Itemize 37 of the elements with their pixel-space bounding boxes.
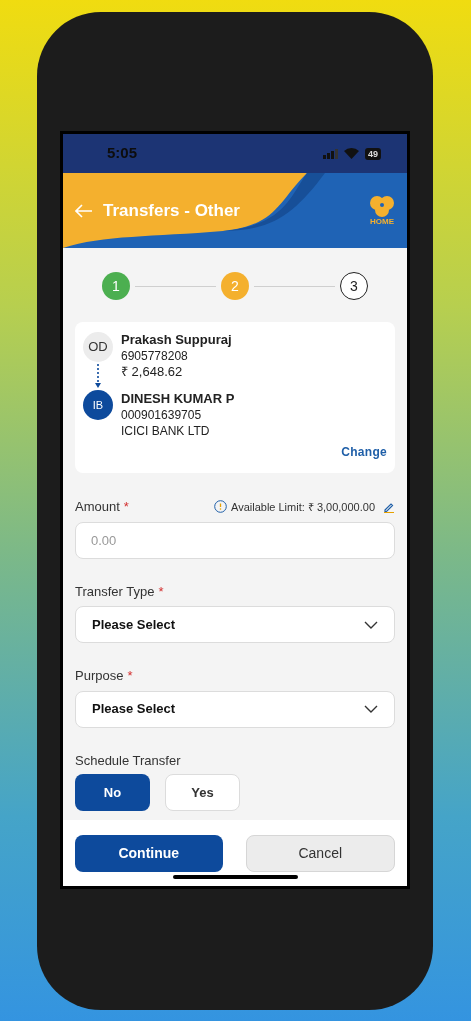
change-link[interactable]: Change — [341, 443, 387, 461]
field-label: Schedule Transfer — [75, 751, 182, 770]
payee-name: DINESH KUMAR P — [121, 391, 235, 407]
required-mark: * — [158, 582, 164, 601]
chevron-down-icon — [364, 620, 378, 629]
cancel-button[interactable]: Cancel — [245, 835, 395, 872]
field-label: Purpose — [75, 667, 124, 685]
step-indicator: 1 — [102, 272, 130, 300]
account-badge: OD — [83, 332, 113, 362]
select-field[interactable]: Please Select — [75, 690, 395, 728]
sender-account: 6905778208 — [121, 348, 189, 364]
battery-icon: 49 — [365, 147, 381, 160]
sender-name: Prakash Suppuraj — [121, 332, 233, 348]
available-limit: Available Limit: ₹ 3,00,000.00 — [231, 499, 375, 515]
info-icon — [214, 500, 227, 514]
dotted-arrow-icon — [94, 362, 102, 390]
step-indicator: 2 — [221, 272, 249, 300]
continue-button[interactable]: Continue — [75, 835, 223, 872]
signal-icon — [323, 148, 338, 159]
payee-bank: ICICI BANK LTD — [121, 423, 211, 439]
page-title: Transfers - Other — [103, 199, 240, 222]
amount-field[interactable]: 0.00 — [75, 521, 395, 559]
status-time: 5:05 — [107, 143, 138, 164]
required-mark: * — [127, 667, 133, 685]
account-badge: IB — [83, 390, 113, 420]
required-mark: * — [123, 498, 129, 516]
toggle-option[interactable]: No — [75, 774, 150, 811]
toggle-option[interactable]: Yes — [165, 774, 240, 811]
field-label: Transfer Type — [75, 582, 155, 601]
sender-balance: ₹ 2,648.62 — [121, 364, 184, 380]
field-label: Amount — [75, 498, 120, 516]
select-field[interactable]: Please Select — [75, 606, 395, 643]
step-indicator: 3 — [340, 272, 368, 300]
payee-account: 000901639705 — [121, 407, 203, 423]
logo-icon — [369, 195, 395, 217]
chevron-down-icon — [364, 705, 378, 713]
wifi-icon — [344, 148, 359, 159]
